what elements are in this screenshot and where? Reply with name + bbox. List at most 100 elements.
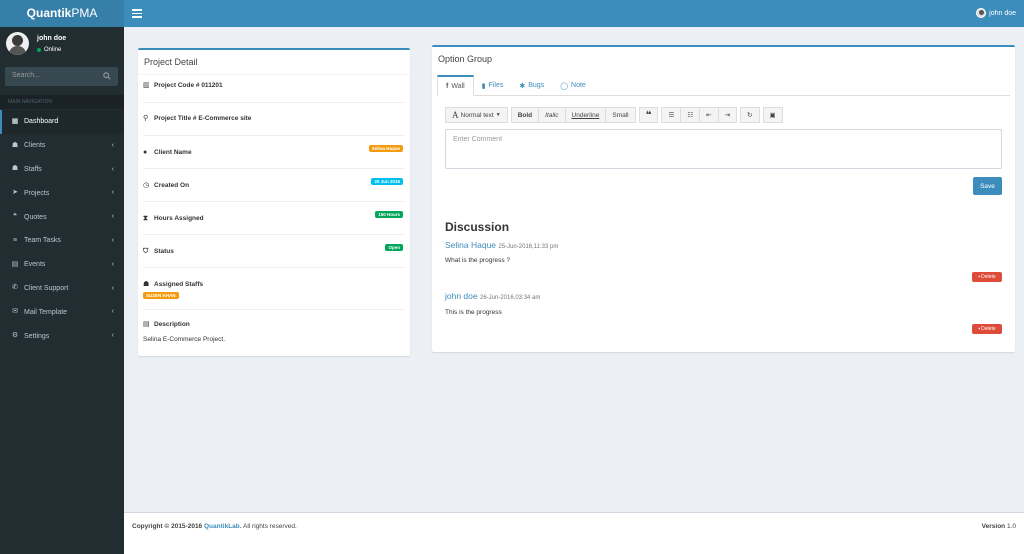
tab-bugs[interactable]: ✱ Bugs <box>511 75 552 96</box>
sidebar-menu: ▦ Dashboard ☗ Clients ‹ ☗ Staffs ‹ ➤ Projects ‹… <box>0 110 124 348</box>
image-icon[interactable]: ▣ <box>762 107 783 123</box>
user-icon: ● <box>143 149 148 156</box>
chevron-left-icon: ‹ <box>111 308 114 316</box>
save-button[interactable]: Save <box>973 177 1002 195</box>
unordered-list-icon[interactable]: ☰ <box>661 107 682 123</box>
users-icon: ☗ <box>11 141 19 149</box>
tab-label: Note <box>571 82 586 89</box>
italic-button[interactable]: Italic <box>539 107 566 123</box>
chevron-left-icon: ‹ <box>111 141 114 149</box>
staff-icon: ☗ <box>11 165 19 173</box>
gear-icon: ⚙ <box>11 332 19 340</box>
post-header: Selina Haque 25-Jun-2016,11:33 pm <box>445 240 558 250</box>
editor-toolbar: A Normal text ▼ Bold Italic Underline Smal… <box>445 107 783 123</box>
font-style-dropdown[interactable]: A Normal text ▼ <box>445 107 508 123</box>
tab-wall[interactable]: f Wall <box>437 75 474 96</box>
sidebar-item-mail-template[interactable]: ✉ Mail Template ‹ <box>0 300 124 324</box>
company-link[interactable]: QuantikLab. <box>204 523 242 530</box>
sidebar-item-projects[interactable]: ➤ Projects ‹ <box>0 181 124 205</box>
hours-assigned-label: Hours Assigned <box>154 215 204 222</box>
sidebar-toggle-icon[interactable] <box>132 7 142 20</box>
delete-button[interactable]: ▪ Delete <box>972 272 1002 282</box>
version: Version 1.0 <box>982 523 1016 530</box>
delete-label: Delete <box>981 326 996 332</box>
nav-header: MAIN NAVIGATION <box>0 95 124 109</box>
sidebar-user-name: john doe <box>37 35 67 42</box>
chevron-left-icon: ‹ <box>111 332 114 340</box>
project-detail-box: Project Detail ▥ Project Code # 011201 ⚲ P… <box>138 48 410 356</box>
comment-placeholder: Enter Comment <box>453 136 503 143</box>
chevron-left-icon: ‹ <box>111 260 114 268</box>
trash-icon: ▪ <box>978 274 981 280</box>
blockquote-icon[interactable]: ❝ <box>638 107 659 123</box>
small-button[interactable]: Small <box>606 107 636 123</box>
sidebar-item-client-support[interactable]: ✆ Client Support ‹ <box>0 277 124 301</box>
bold-button[interactable]: Bold <box>510 107 540 123</box>
copyright: Copyright © 2015-2016 QuantikLab. All ri… <box>132 523 297 530</box>
calendar-icon: ▤ <box>11 260 19 268</box>
option-group-box: Option Group f Wall ▮ Files ✱ Bugs ◯ Note AN… <box>432 45 1015 352</box>
user-menu-name: john doe <box>989 9 1016 17</box>
post-header: john doe 26-Jun-2016,03:34 am <box>445 291 540 301</box>
avatar <box>6 32 29 55</box>
project-code-row: ▥ Project Code # 011201 <box>143 77 405 103</box>
assigned-staffs-label: Assigned Staffs <box>154 281 204 288</box>
project-detail-title: Project Detail <box>138 50 410 75</box>
sidebar-item-label: Dashboard <box>24 118 59 126</box>
version-value: 1.0 <box>1006 523 1016 530</box>
search-input[interactable]: Search... <box>5 67 118 86</box>
top-navbar: john doe <box>124 0 1024 27</box>
discussion-title: Discussion <box>445 220 510 234</box>
ordered-list-icon[interactable]: ☷ <box>681 107 701 123</box>
quote-icon: ❝ <box>13 213 17 221</box>
post-date: 26-Jun-2016,03:34 am <box>480 295 541 301</box>
chevron-left-icon: ‹ <box>111 189 114 197</box>
staff-badge: SUZEN KHAN <box>143 292 179 299</box>
created-on-row: ◷ Created On 20 Jun 2016 <box>143 169 405 202</box>
sidebar-item-events[interactable]: ▤ Events ‹ <box>0 253 124 277</box>
assigned-staffs-row: ☗ Assigned Staffs SUZEN KHAN <box>143 268 405 310</box>
outdent-icon[interactable]: ⇤ <box>700 107 719 123</box>
sidebar-item-quotes[interactable]: ❝ Quotes ‹ <box>0 205 124 229</box>
chevron-left-icon: ‹ <box>111 165 114 173</box>
user-panel: john doe Online <box>0 27 124 62</box>
indent-icon[interactable]: ⇥ <box>718 107 738 123</box>
sidebar-item-label: Quotes <box>24 213 47 221</box>
online-dot-icon <box>37 48 41 52</box>
sidebar-item-staffs[interactable]: ☗ Staffs ‹ <box>0 158 124 182</box>
bookmark-icon: ⛉ <box>143 248 149 255</box>
hourglass-icon: ⧗ <box>143 215 148 222</box>
users-icon: ☗ <box>143 281 150 288</box>
tab-files[interactable]: ▮ Files <box>474 75 512 96</box>
project-title-row: ⚲ Project Title # E-Commerce site <box>143 103 405 136</box>
sidebar-item-label: Clients <box>24 142 46 150</box>
underline-button[interactable]: Underline <box>565 107 607 123</box>
version-label: Version <box>981 523 1006 530</box>
sidebar-item-clients[interactable]: ☗ Clients ‹ <box>0 134 124 158</box>
status-label: Status <box>154 248 174 255</box>
facebook-icon: f <box>446 82 449 90</box>
post-author[interactable]: john doe <box>445 291 478 301</box>
app-logo[interactable]: QuantikPMA <box>0 0 124 27</box>
support-icon: ✆ <box>12 284 18 292</box>
sidebar-item-settings[interactable]: ⚙ Settings ‹ <box>0 324 124 348</box>
user-avatar-icon <box>976 8 987 18</box>
tab-label: Files <box>488 82 504 89</box>
user-menu[interactable]: john doe <box>976 8 1016 18</box>
post-date: 25-Jun-2016,11:33 pm <box>498 244 559 250</box>
sidebar-item-team-tasks[interactable]: ≡ Team Tasks ‹ <box>0 229 124 253</box>
delete-button[interactable]: ▪ Delete <box>972 324 1002 334</box>
caret-down-icon: ▼ <box>495 112 501 118</box>
sidebar-item-label: Projects <box>24 189 50 197</box>
post-author[interactable]: Selina Haque <box>445 240 496 250</box>
hours-assigned-row: ⧗ Hours Assigned 150 Hours <box>143 202 405 235</box>
search-icon[interactable] <box>103 72 111 80</box>
sidebar-item-label: Events <box>24 261 46 269</box>
link-icon[interactable]: ↻ <box>740 107 760 123</box>
tab-note[interactable]: ◯ Note <box>552 75 594 96</box>
barcode-icon: ▥ <box>143 82 150 89</box>
sidebar-item-dashboard[interactable]: ▦ Dashboard <box>0 110 124 134</box>
project-title: Project Title # E-Commerce site <box>154 115 252 122</box>
comment-textarea[interactable]: Enter Comment <box>445 129 1002 169</box>
option-group-title: Option Group <box>438 54 493 64</box>
